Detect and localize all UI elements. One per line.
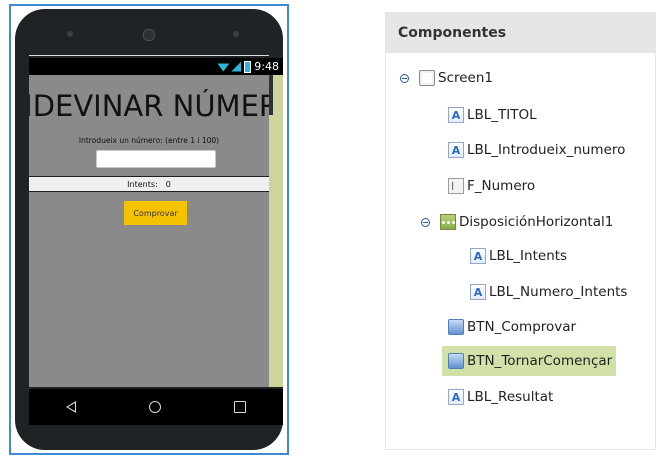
collapse-icon[interactable]: [421, 217, 430, 227]
tree-item-btn-comprovar[interactable]: BTN_Comprovar: [448, 314, 580, 340]
tree-item-lbl-numero-intents[interactable]: A LBL_Numero_Intents: [470, 279, 631, 305]
tree-item-lbl-intents[interactable]: A LBL_Intents: [470, 243, 571, 269]
tree-item-label: LBL_Intents: [489, 248, 568, 264]
tree-item-label: DisposiciónHorizontal1: [459, 214, 614, 230]
app-screen: NDEVINAR NÚMERO Introdueix un número: (e…: [29, 75, 269, 387]
tree-item-f-numero[interactable]: I F_Numero: [448, 173, 539, 199]
top-divider: [29, 55, 269, 56]
number-input[interactable]: [96, 150, 216, 168]
battery-icon: [244, 60, 252, 73]
comprovar-button[interactable]: Comprovar: [124, 201, 187, 225]
horizontal-arrangement-icon: [440, 214, 456, 230]
tree-item-label: Screen1: [438, 70, 494, 86]
lbl-titol: NDEVINAR NÚMERO: [29, 89, 269, 123]
tree-item-screen1[interactable]: Screen1: [400, 65, 497, 91]
label-icon: A: [448, 107, 464, 123]
tree-item-disposicion-horizontal1[interactable]: DisposiciónHorizontal1: [421, 209, 617, 235]
label-icon: A: [448, 389, 464, 405]
android-nav-bar: [29, 389, 283, 425]
camera-icon: [143, 29, 155, 41]
lbl-numero-intents: 0: [165, 179, 171, 189]
tree-item-label: F_Numero: [467, 178, 536, 194]
tree-item-label: LBL_TITOL: [467, 107, 537, 123]
label-icon: A: [448, 142, 464, 158]
tree-item-lbl-titol[interactable]: A LBL_TITOL: [448, 102, 541, 128]
recent-apps-icon[interactable]: [234, 401, 247, 413]
tree-item-lbl-introdueix-numero[interactable]: A LBL_Introdueix_numero: [448, 137, 629, 163]
tree-item-lbl-resultat[interactable]: A LBL_Resultat: [448, 384, 557, 410]
wifi-icon: [217, 63, 230, 72]
button-icon: [448, 319, 464, 335]
home-icon[interactable]: [148, 401, 161, 413]
button-icon: [448, 353, 464, 369]
collapse-icon[interactable]: [400, 73, 409, 83]
label-icon: A: [470, 284, 486, 300]
status-time: 9:48: [254, 60, 279, 73]
tree-item-label: LBL_Numero_Intents: [489, 284, 628, 300]
tree-item-label: LBL_Resultat: [467, 389, 554, 405]
lbl-intents: Intents:: [127, 179, 158, 189]
tree-item-label: BTN_Comprovar: [467, 319, 577, 335]
tree-item-label: BTN_TornarComençar: [467, 353, 613, 369]
status-bar: 9:48: [29, 58, 283, 75]
back-icon[interactable]: [65, 401, 76, 413]
screen-scrollbar[interactable]: [269, 75, 283, 387]
textbox-icon: I: [448, 178, 464, 194]
panel-header: Componentes: [386, 13, 655, 53]
sensor-dot: [233, 31, 239, 37]
lbl-introdueix-numero: Introdueix un número: (entre 1 i 100): [78, 136, 220, 145]
horizontal-arrangement: Intents: 0: [29, 176, 269, 192]
phone-preview: 9:48 NDEVINAR NÚMERO Introdueix un númer…: [9, 4, 289, 455]
screen-icon: [419, 70, 435, 86]
tree-item-label: LBL_Introdueix_numero: [467, 142, 626, 158]
scrollbar-edge: [269, 75, 273, 115]
tree-item-btn-tornar-comencar[interactable]: BTN_TornarComençar: [442, 346, 617, 376]
components-panel: Componentes Screen1 A LBL_TITOL A LBL_In…: [385, 12, 656, 450]
speaker-dot: [67, 31, 73, 37]
signal-icon: [231, 61, 242, 72]
label-icon: A: [470, 248, 486, 264]
